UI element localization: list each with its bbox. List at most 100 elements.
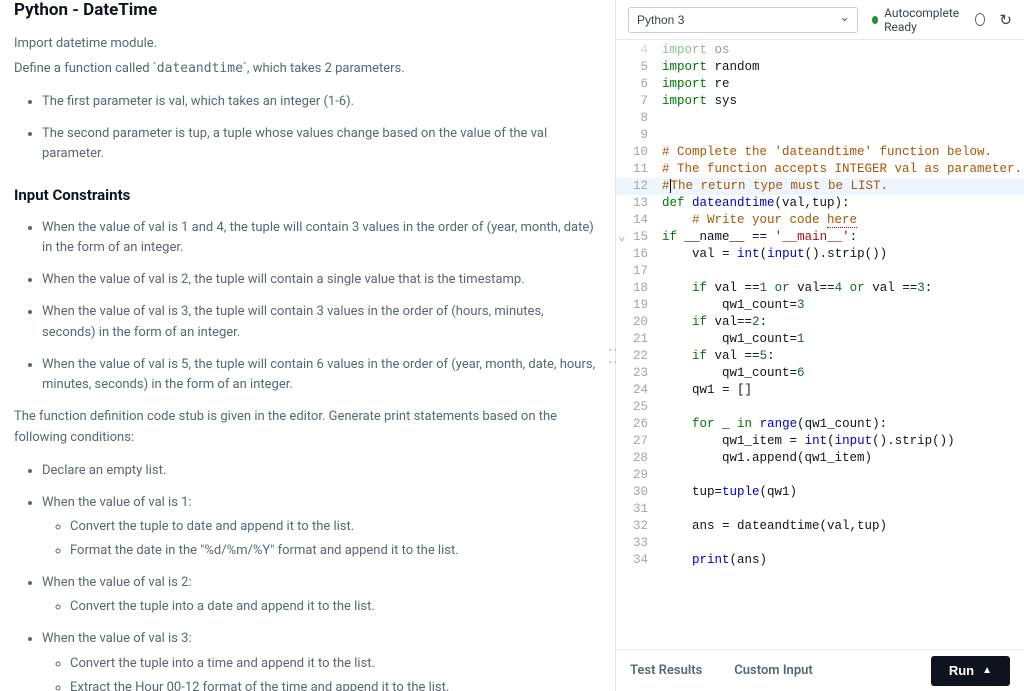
info-icon[interactable] bbox=[975, 13, 985, 26]
code-line[interactable]: 18 if val ==1 or val==4 or val ==3: bbox=[616, 280, 1024, 297]
code-line[interactable]: 8 bbox=[616, 110, 1024, 127]
code-line[interactable]: 12#The return type must be LIST. bbox=[616, 178, 1024, 195]
list-item: When the value of val is 5, the tuple wi… bbox=[42, 355, 597, 395]
code-content[interactable]: qw1_item = int(input().strip()) bbox=[662, 433, 1024, 450]
code-line[interactable]: ⌄ 15if __name__ == '__main__': bbox=[616, 229, 1024, 246]
line-number: 28 bbox=[616, 450, 662, 467]
code-content[interactable]: qw1.append(qw1_item) bbox=[662, 450, 1024, 467]
editor-toolbar: Python 3 Autocomplete Ready ↻ bbox=[616, 0, 1024, 40]
line-number: 34 bbox=[616, 552, 662, 569]
line-number: 6 bbox=[616, 76, 662, 93]
reset-icon[interactable]: ↻ bbox=[999, 11, 1012, 29]
code-line[interactable]: 32 ans = dateandtime(val,tup) bbox=[616, 518, 1024, 535]
code-line[interactable]: 10# Complete the 'dateandtime' function … bbox=[616, 144, 1024, 161]
autocomplete-status: Autocomplete Ready bbox=[872, 6, 985, 34]
line-number: 13 bbox=[616, 195, 662, 212]
code-content[interactable]: if val ==1 or val==4 or val ==3: bbox=[662, 280, 1024, 297]
code-content[interactable]: # Complete the 'dateandtime' function be… bbox=[662, 144, 1024, 161]
list-item: The first parameter is val, which takes … bbox=[42, 92, 597, 112]
list-item: When the value of val is 2, the tuple wi… bbox=[42, 270, 597, 290]
list-item: Convert the tuple into a time and append… bbox=[70, 654, 597, 674]
code-line[interactable]: 20 if val==2: bbox=[616, 314, 1024, 331]
param-list: The first parameter is val, which takes … bbox=[14, 92, 597, 164]
problem-title: Python - DateTime bbox=[14, 0, 597, 20]
line-number: 16 bbox=[616, 246, 662, 263]
line-number: 18 bbox=[616, 280, 662, 297]
line-number: 8 bbox=[616, 110, 662, 127]
conditions-list: Declare an empty list. When the value of… bbox=[14, 461, 597, 691]
code-content[interactable]: for _ in range(qw1_count): bbox=[662, 416, 1024, 433]
code-line[interactable]: 27 qw1_item = int(input().strip()) bbox=[616, 433, 1024, 450]
code-line[interactable]: 14 # Write your code here bbox=[616, 212, 1024, 229]
code-content[interactable]: # The function accepts INTEGER val as pa… bbox=[662, 161, 1024, 178]
code-content[interactable]: # Write your code here bbox=[662, 212, 1024, 229]
code-line[interactable]: 31 bbox=[616, 501, 1024, 518]
code-line[interactable]: 25 bbox=[616, 399, 1024, 416]
run-button[interactable]: Run ▲ bbox=[931, 656, 1010, 686]
line-number: 21 bbox=[616, 331, 662, 348]
code-content[interactable]: print(ans) bbox=[662, 552, 1024, 569]
line-number: 11 bbox=[616, 161, 662, 178]
line-number: 7 bbox=[616, 93, 662, 110]
code-content[interactable]: qw1 = [] bbox=[662, 382, 1024, 399]
code-line[interactable]: 24 qw1 = [] bbox=[616, 382, 1024, 399]
code-content[interactable]: ans = dateandtime(val,tup) bbox=[662, 518, 1024, 535]
code-editor[interactable]: 4import os5import random6import re7impor… bbox=[616, 40, 1024, 649]
code-line[interactable]: 33 bbox=[616, 535, 1024, 552]
code-line[interactable]: 13def dateandtime(val,tup): bbox=[616, 195, 1024, 212]
code-line[interactable]: 4import os bbox=[616, 42, 1024, 59]
tab-custom-input[interactable]: Custom Input bbox=[734, 663, 812, 678]
code-content[interactable]: tup=tuple(qw1) bbox=[662, 484, 1024, 501]
code-line[interactable]: 30 tup=tuple(qw1) bbox=[616, 484, 1024, 501]
code-line[interactable]: 7import sys bbox=[616, 93, 1024, 110]
bottom-bar: Test Results Custom Input Run ▲ bbox=[616, 649, 1024, 691]
code-line[interactable]: 16 val = int(input().strip()) bbox=[616, 246, 1024, 263]
line-number: 24 bbox=[616, 382, 662, 399]
code-line[interactable]: 22 if val ==5: bbox=[616, 348, 1024, 365]
line-number: 4 bbox=[616, 42, 662, 59]
constraints-title: Input Constraints bbox=[14, 186, 597, 204]
code-content[interactable]: if __name__ == '__main__': bbox=[662, 229, 1024, 246]
code-content[interactable]: if val==2: bbox=[662, 314, 1024, 331]
list-item: When the value of val is 1 and 4, the tu… bbox=[42, 218, 597, 258]
code-line[interactable]: 28 qw1.append(qw1_item) bbox=[616, 450, 1024, 467]
code-content[interactable]: qw1_count=1 bbox=[662, 331, 1024, 348]
code-line[interactable]: 34 print(ans) bbox=[616, 552, 1024, 569]
code-content[interactable] bbox=[662, 467, 1024, 484]
code-line[interactable]: 9 bbox=[616, 127, 1024, 144]
code-line[interactable]: 5import random bbox=[616, 59, 1024, 76]
language-select[interactable]: Python 3 bbox=[628, 7, 858, 33]
code-content[interactable]: import re bbox=[662, 76, 1024, 93]
code-content[interactable]: import os bbox=[662, 42, 1024, 59]
code-line[interactable]: 26 for _ in range(qw1_count): bbox=[616, 416, 1024, 433]
code-content[interactable]: qw1_count=3 bbox=[662, 297, 1024, 314]
code-content[interactable] bbox=[662, 535, 1024, 552]
code-content[interactable] bbox=[662, 501, 1024, 518]
code-content[interactable] bbox=[662, 399, 1024, 416]
code-line[interactable]: 6import re bbox=[616, 76, 1024, 93]
code-content[interactable]: def dateandtime(val,tup): bbox=[662, 195, 1024, 212]
code-content[interactable]: #The return type must be LIST. bbox=[662, 178, 1024, 195]
code-content[interactable] bbox=[662, 263, 1024, 280]
code-content[interactable]: import random bbox=[662, 59, 1024, 76]
code-content[interactable]: qw1_count=6 bbox=[662, 365, 1024, 382]
code-content[interactable] bbox=[662, 110, 1024, 127]
code-line[interactable]: 11# The function accepts INTEGER val as … bbox=[616, 161, 1024, 178]
code-content[interactable] bbox=[662, 127, 1024, 144]
editor-panel: Python 3 Autocomplete Ready ↻ 4import os… bbox=[615, 0, 1024, 691]
code-line[interactable]: 17 bbox=[616, 263, 1024, 280]
line-number: 14 bbox=[616, 212, 662, 229]
code-content[interactable]: import sys bbox=[662, 93, 1024, 110]
code-line[interactable]: 19 qw1_count=3 bbox=[616, 297, 1024, 314]
tab-test-results[interactable]: Test Results bbox=[630, 663, 702, 678]
list-item: When the value of val is 2: Convert the … bbox=[42, 573, 597, 617]
code-line[interactable]: 21 qw1_count=1 bbox=[616, 331, 1024, 348]
code-line[interactable]: 23 qw1_count=6 bbox=[616, 365, 1024, 382]
list-item: When the value of val is 1: Convert the … bbox=[42, 493, 597, 561]
line-number: 10 bbox=[616, 144, 662, 161]
code-content[interactable]: val = int(input().strip()) bbox=[662, 246, 1024, 263]
code-line[interactable]: 29 bbox=[616, 467, 1024, 484]
line-number: 26 bbox=[616, 416, 662, 433]
code-content[interactable]: if val ==5: bbox=[662, 348, 1024, 365]
line-number: 19 bbox=[616, 297, 662, 314]
